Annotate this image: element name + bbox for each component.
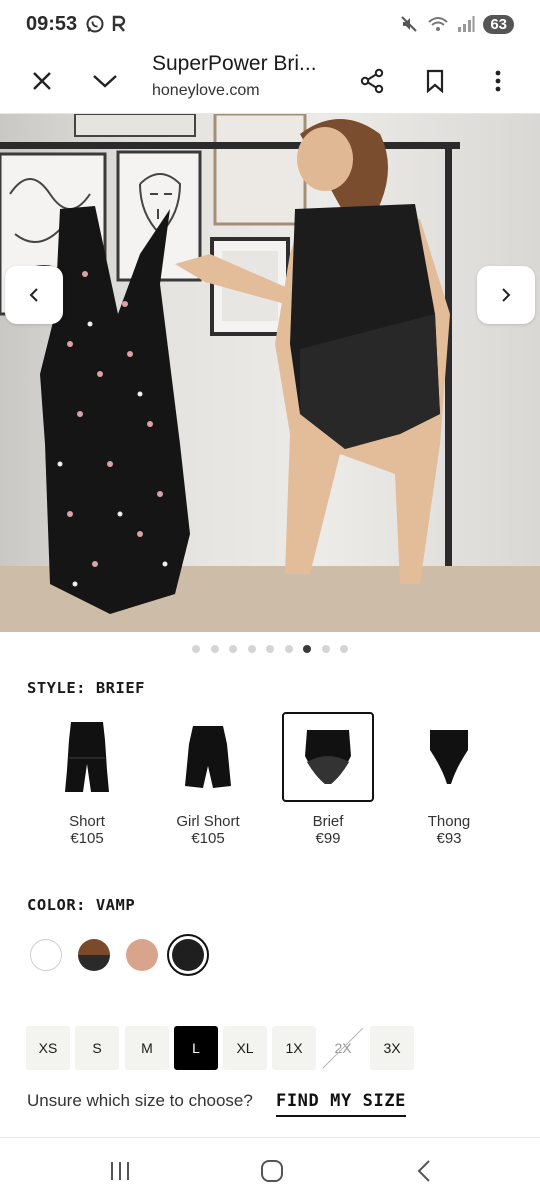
style-price: €105 — [70, 830, 104, 847]
carousel-dot[interactable] — [303, 645, 311, 653]
style-name: Girl Short — [176, 813, 240, 830]
style-option-thong[interactable]: Thong €93 — [389, 712, 509, 847]
color-label: COLOR: VAMP — [27, 896, 136, 914]
size-label: 3X — [383, 1040, 401, 1056]
color-swatch-nude[interactable] — [126, 939, 158, 971]
status-right-icons: 63 — [399, 14, 514, 34]
status-left-icons — [85, 14, 127, 34]
style-thumb-thong — [403, 712, 495, 802]
style-option-girl-short[interactable]: Girl Short €105 — [148, 712, 268, 847]
r-app-icon — [112, 15, 126, 32]
mute-icon — [401, 16, 418, 32]
size-label: S — [92, 1040, 102, 1056]
size-label: XL — [236, 1040, 254, 1056]
size-label: L — [192, 1040, 200, 1056]
size-s-button[interactable]: S — [75, 1026, 119, 1070]
girl-short-garment-image — [185, 726, 231, 788]
brief-garment-image — [305, 730, 351, 784]
carousel-dot[interactable] — [284, 645, 293, 653]
wifi-icon — [428, 17, 448, 31]
carousel-dot[interactable] — [192, 645, 200, 653]
unavailable-strike-icon — [322, 1027, 364, 1069]
color-swatch-brown[interactable] — [78, 939, 110, 971]
size-m-button[interactable]: M — [125, 1026, 169, 1070]
battery-icon: 63 — [483, 14, 514, 34]
color-swatch-white[interactable] — [30, 939, 62, 971]
signal-icon — [458, 16, 475, 32]
size-2x-button[interactable]: 2X — [321, 1026, 365, 1070]
chevron-down-icon[interactable] — [85, 61, 125, 101]
carousel-dot[interactable] — [321, 645, 330, 653]
size-l-button[interactable]: L — [174, 1026, 218, 1070]
carousel-dot[interactable] — [266, 645, 274, 653]
size-help-text: Unsure which size to choose? — [27, 1091, 253, 1110]
status-bar: 09:53 63 — [0, 0, 540, 48]
share-icon[interactable] — [352, 61, 392, 101]
style-label: STYLE: BRIEF — [27, 679, 145, 697]
style-name: Brief — [312, 813, 344, 830]
back-icon[interactable] — [404, 1156, 444, 1186]
more-icon[interactable] — [478, 61, 518, 101]
size-label: 1X — [285, 1040, 303, 1056]
style-option-brief[interactable]: Brief €99 — [268, 712, 388, 847]
chevron-right-icon — [502, 288, 511, 302]
size-label: XS — [38, 1040, 58, 1056]
home-icon[interactable] — [252, 1156, 292, 1186]
page-url: honeylove.com — [152, 82, 260, 99]
style-name: Thong — [427, 813, 471, 830]
carousel-dot[interactable] — [247, 645, 256, 653]
android-nav-bar — [0, 1138, 540, 1200]
product-photo — [0, 114, 540, 632]
find-my-size-link[interactable]: FIND MY SIZE — [276, 1091, 407, 1117]
size-xl-button[interactable]: XL — [223, 1026, 267, 1070]
style-thumb-brief — [282, 712, 374, 802]
style-price: €99 — [315, 830, 341, 847]
whatsapp-icon — [86, 15, 104, 33]
thong-garment-image — [430, 730, 468, 784]
style-thumb-girl-short — [162, 712, 254, 802]
close-icon[interactable] — [22, 61, 62, 101]
size-xs-button[interactable]: XS — [26, 1026, 70, 1070]
size-label: M — [141, 1040, 153, 1056]
carousel-dots — [0, 645, 540, 653]
size-1x-button[interactable]: 1X — [272, 1026, 316, 1070]
carousel-dot[interactable] — [210, 645, 219, 653]
recents-icon[interactable] — [100, 1156, 140, 1186]
style-name: Short — [69, 813, 105, 830]
style-option-short[interactable]: Short €105 — [27, 712, 147, 847]
page-title: SuperPower Bri... — [152, 52, 317, 75]
bookmark-icon[interactable] — [415, 61, 455, 101]
chevron-left-icon — [29, 288, 38, 302]
style-price: €93 — [436, 830, 462, 847]
status-time: 09:53 — [26, 12, 78, 35]
size-3x-button[interactable]: 3X — [370, 1026, 414, 1070]
style-thumb-short — [41, 712, 133, 802]
carousel-dot[interactable] — [229, 645, 237, 653]
style-price: €105 — [191, 830, 225, 847]
carousel-next-button[interactable] — [477, 266, 535, 324]
color-swatch-vamp[interactable] — [172, 939, 204, 971]
product-image-carousel[interactable] — [0, 114, 540, 632]
page-title-block[interactable]: SuperPower Bri... honeylove.com — [152, 52, 317, 100]
short-garment-image — [65, 722, 109, 792]
carousel-prev-button[interactable] — [5, 266, 63, 324]
carousel-dot[interactable] — [340, 645, 348, 653]
browser-toolbar: SuperPower Bri... honeylove.com — [0, 48, 540, 114]
